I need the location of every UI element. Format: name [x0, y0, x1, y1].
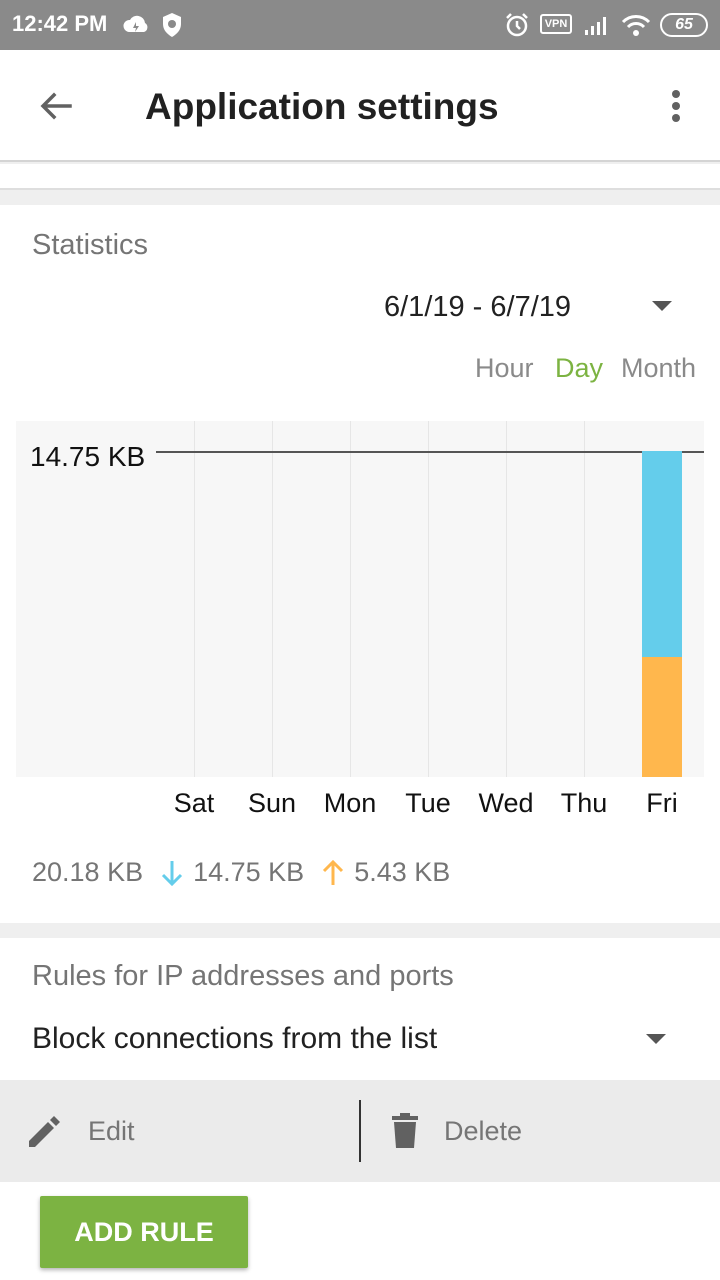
- period-hour[interactable]: Hour: [475, 353, 534, 384]
- section-divider: [0, 164, 720, 190]
- chart-gridline: [350, 421, 351, 777]
- delete-label: Delete: [444, 1115, 523, 1146]
- x-axis-label: Mon: [323, 788, 377, 818]
- period-month[interactable]: Month: [621, 353, 696, 384]
- cloud-icon: [123, 15, 148, 32]
- chart-max-line: [156, 451, 704, 453]
- x-axis-label: Thu: [560, 788, 608, 818]
- app-bar: Application settings: [0, 50, 720, 162]
- x-axis-label: Wed: [478, 788, 534, 818]
- total-traffic: 20.18 KB: [32, 857, 144, 887]
- bar-upload: [642, 656, 682, 777]
- period-day[interactable]: Day: [555, 353, 603, 384]
- statistics-card: Statistics 6/1/19 - 6/7/19 Hour Day Mont…: [0, 205, 720, 923]
- rules-section: Rules for IP addresses and ports Block c…: [0, 938, 720, 1080]
- x-axis-label: Sat: [173, 788, 215, 818]
- trash-icon: [392, 1113, 418, 1148]
- wifi-icon: [621, 15, 651, 36]
- page-title: Application settings: [145, 86, 499, 127]
- x-axis-label: Sun: [247, 788, 297, 818]
- vpn-icon: VPN: [540, 14, 572, 34]
- edit-button[interactable]: Edit: [26, 1080, 135, 1182]
- chart-gridline: [194, 421, 195, 777]
- chart-gridline: [428, 421, 429, 777]
- rules-title: Rules for IP addresses and ports: [32, 960, 454, 992]
- rules-mode-select[interactable]: Block connections from the list: [32, 1022, 437, 1056]
- date-range-selector[interactable]: 6/1/19 - 6/7/19: [384, 291, 571, 324]
- more-vert-icon[interactable]: [664, 86, 688, 126]
- upload-arrow-icon: [323, 859, 344, 885]
- bar-download: [642, 451, 682, 657]
- back-arrow-icon[interactable]: [36, 86, 76, 126]
- status-time: 12:42 PM: [12, 11, 108, 36]
- delete-button[interactable]: Delete: [390, 1080, 522, 1182]
- pencil-icon: [29, 1116, 60, 1147]
- download-arrow-icon: [162, 860, 183, 886]
- x-axis-label: Fri: [646, 788, 678, 818]
- chart-max-label: 14.75 KB: [30, 441, 146, 472]
- edit-label: Edit: [88, 1115, 135, 1146]
- rule-actions-bar: Edit Delete: [0, 1080, 720, 1182]
- statistics-title: Statistics: [32, 229, 149, 261]
- download-traffic: 14.75 KB: [193, 857, 305, 887]
- traffic-chart: 14.75 KB: [16, 421, 704, 777]
- action-divider: [359, 1100, 361, 1162]
- chart-gridline: [506, 421, 507, 777]
- signal-icon: [585, 17, 606, 35]
- chart-gridline: [584, 421, 585, 777]
- battery-icon: 65: [660, 13, 708, 37]
- shield-icon: [163, 13, 181, 37]
- chart-gridline: [272, 421, 273, 777]
- chevron-down-icon[interactable]: [652, 301, 672, 311]
- upload-traffic: 5.43 KB: [354, 857, 451, 887]
- x-axis-label: Tue: [405, 788, 451, 818]
- bottom-bar: ADD RULE: [0, 1182, 720, 1280]
- chevron-down-icon[interactable]: [646, 1034, 666, 1044]
- traffic-totals: 20.18 KB 14.75 KB 5.43 KB: [32, 857, 450, 888]
- add-rule-button[interactable]: ADD RULE: [40, 1196, 248, 1268]
- status-bar: 12:42 PM VPN 65: [0, 0, 720, 50]
- alarm-icon: [506, 13, 528, 37]
